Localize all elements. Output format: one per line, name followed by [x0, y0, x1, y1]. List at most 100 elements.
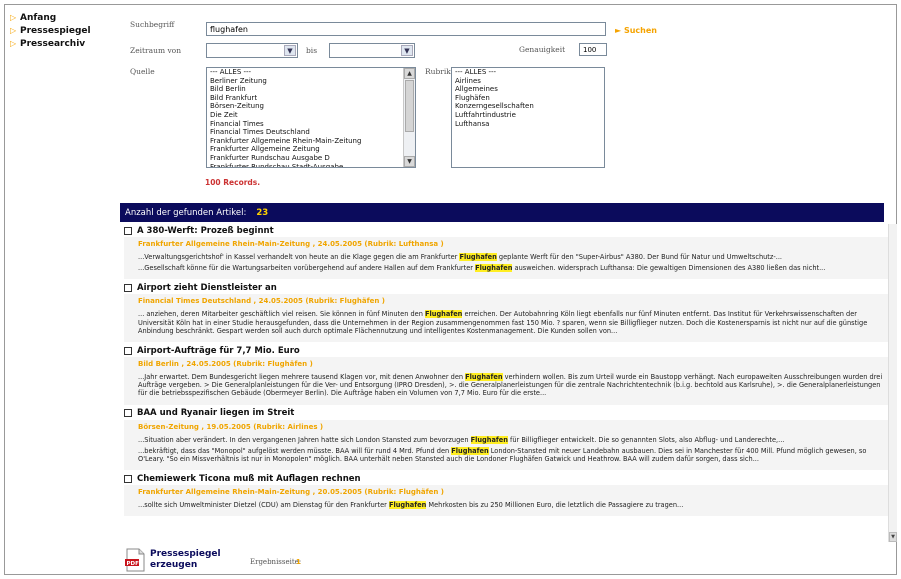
accuracy-label: Genauigkeit: [519, 45, 566, 54]
article-title-row: Chemiewerk Ticona muß mit Auflagen rechn…: [124, 472, 889, 485]
nav-item-pressespiegel[interactable]: ▷ Pressespiegel: [10, 24, 115, 37]
rubric-options: --- ALLES --- Airlines Allgemeines Flughäfe…: [452, 68, 604, 128]
source-option[interactable]: --- ALLES ---: [207, 68, 415, 77]
article-snippet: ...sollte sich Umweltminister Dietzel (C…: [138, 501, 885, 510]
svg-text:PDF: PDF: [127, 561, 140, 567]
article-item: Airport zieht Dienstleister an Financial …: [124, 281, 889, 343]
search-button-label: Suchen: [623, 26, 657, 35]
date-to-select[interactable]: ▼: [329, 43, 415, 58]
accuracy-input[interactable]: 100: [579, 43, 607, 56]
article-item: BAA und Ryanair liegen im Streit Börsen-Z…: [124, 407, 889, 471]
snippet-text: ...Jahr erwartet. Dem Bundesgericht lieg…: [138, 373, 466, 382]
snippet-text: ...bekräftigt, dass das "Monopol" aufgel…: [138, 446, 452, 455]
create-pressespiegel-line2: erzeugen: [150, 560, 198, 570]
result-pages-label: Ergebnisseite:: [250, 558, 302, 566]
article-title-row: BAA und Ryanair liegen im Streit: [124, 407, 889, 420]
snippet-text: ...Situation aber verändert. In den verg…: [138, 435, 471, 444]
article-title[interactable]: Airport-Aufträge für 7,7 Mio. Euro: [137, 346, 300, 356]
search-input[interactable]: flughafen: [206, 22, 606, 36]
article-snippet: ...Gesellschaft könne für die Wartungsar…: [138, 264, 885, 273]
source-option[interactable]: Börsen-Zeitung: [207, 102, 415, 111]
create-pressespiegel-button[interactable]: Pressespiegel erzeugen: [150, 549, 221, 571]
highlight-term: Flughafen: [475, 264, 513, 273]
article-checkbox[interactable]: [124, 226, 132, 235]
source-option[interactable]: Berliner Zeitung: [207, 77, 415, 86]
nav-arrow-icon: ▷: [10, 26, 17, 35]
highlight-term: Flughafen: [470, 435, 508, 444]
create-pressespiegel-line1: Pressespiegel: [150, 549, 221, 559]
snippet-text: ausweichen. widersprach Lufthansa: Die g…: [512, 264, 826, 273]
result-page-link[interactable]: 1: [296, 558, 301, 566]
snippet-text: ...Gesellschaft könne für die Wartungsar…: [138, 264, 476, 273]
nav-arrow-icon: ▷: [10, 13, 17, 22]
nav-item-label: Anfang: [20, 12, 57, 23]
article-checkbox[interactable]: [124, 283, 132, 292]
article-item: Chemiewerk Ticona muß mit Auflagen rechn…: [124, 472, 889, 517]
date-from-select[interactable]: ▼: [206, 43, 298, 58]
source-listbox[interactable]: --- ALLES --- Berliner Zeitung Bild Berlin…: [206, 67, 416, 168]
snippet-text: geplante Werft für den "Super-Airbus" A3…: [496, 253, 783, 261]
date-to-label: bis: [306, 46, 318, 55]
source-options: --- ALLES --- Berliner Zeitung Bild Berlin…: [207, 68, 415, 167]
pdf-icon[interactable]: PDF: [124, 548, 146, 572]
records-count: 100 Records.: [205, 178, 261, 187]
scroll-down-icon[interactable]: ▼: [404, 156, 415, 167]
search-button[interactable]: ► Suchen: [615, 26, 657, 35]
source-option[interactable]: Die Zeit: [207, 111, 415, 120]
article-snippet: ... anziehen, deren Mitarbeiter geschäft…: [138, 310, 885, 335]
search-term-label: Suchbegriff: [130, 20, 175, 29]
highlight-term: Flughafen: [451, 446, 489, 455]
article-title[interactable]: Airport zieht Dienstleister an: [137, 283, 277, 293]
results-scrollbar[interactable]: ▼: [888, 224, 897, 542]
article-checkbox[interactable]: [124, 346, 132, 355]
side-nav: ▷ Anfang ▷ Pressespiegel ▷ Pressearchiv: [10, 11, 115, 50]
results-count-label: Anzahl der gefunden Artikel:: [125, 207, 247, 218]
article-title[interactable]: A 380-Werft: Prozeß beginnt: [137, 226, 274, 236]
nav-item-anfang[interactable]: ▷ Anfang: [10, 11, 115, 24]
article-title[interactable]: BAA und Ryanair liegen im Streit: [137, 408, 294, 418]
source-option[interactable]: Bild Frankfurt: [207, 94, 415, 103]
scroll-up-icon[interactable]: ▲: [404, 68, 415, 79]
nav-arrow-icon: ▷: [10, 39, 17, 48]
article-meta: Börsen-Zeitung , 19.05.2005 (Rubrik: Air…: [138, 422, 324, 431]
rubric-option[interactable]: Allgemeines: [452, 85, 604, 94]
article-meta: Frankfurter Allgemeine Rhein-Main-Zeitun…: [138, 488, 445, 497]
article-body: Financial Times Deutschland , 24.05.2005…: [124, 294, 889, 343]
article-body: Frankfurter Allgemeine Rhein-Main-Zeitun…: [124, 237, 889, 280]
source-option[interactable]: Frankfurter Allgemeine Rhein-Main-Zeitun…: [207, 137, 415, 146]
rubric-option[interactable]: Konzerngesellschaften: [452, 102, 604, 111]
results-count: 23: [256, 207, 269, 218]
chevron-down-icon: ▼: [401, 45, 413, 56]
chevron-down-icon: ▼: [284, 45, 296, 56]
article-title-row: A 380-Werft: Prozeß beginnt: [124, 224, 889, 237]
rubric-listbox[interactable]: --- ALLES --- Airlines Allgemeines Flughäfe…: [451, 67, 605, 168]
article-meta: Financial Times Deutschland , 24.05.2005…: [138, 297, 385, 306]
source-option[interactable]: Bild Berlin: [207, 85, 415, 94]
rubric-option[interactable]: Flughäfen: [452, 94, 604, 103]
results-header: Anzahl der gefunden Artikel: 23: [120, 203, 884, 222]
source-option[interactable]: Financial Times Deutschland: [207, 128, 415, 137]
source-option[interactable]: Financial Times: [207, 120, 415, 129]
rubric-label: Rubrik: [425, 67, 451, 76]
article-title-row: Airport zieht Dienstleister an: [124, 281, 889, 294]
rubric-option[interactable]: Airlines: [452, 77, 604, 86]
rubric-option[interactable]: Lufthansa: [452, 120, 604, 129]
source-option[interactable]: Frankfurter Allgemeine Zeitung: [207, 145, 415, 154]
date-from-label: Zeitraum von: [130, 46, 182, 55]
highlight-term: Flughafen: [388, 501, 427, 510]
rubric-option[interactable]: --- ALLES ---: [452, 68, 604, 77]
scroll-thumb[interactable]: [405, 80, 414, 132]
rubric-option[interactable]: Luftfahrtindustrie: [452, 111, 604, 120]
article-item: A 380-Werft: Prozeß beginnt Frankfurter A…: [124, 224, 889, 280]
article-checkbox[interactable]: [124, 409, 132, 418]
article-title[interactable]: Chemiewerk Ticona muß mit Auflagen rechn…: [137, 474, 361, 484]
nav-item-pressearchiv[interactable]: ▷ Pressearchiv: [10, 37, 115, 50]
article-snippet: ...Verwaltungsgerichtshof' in Kassel ver…: [138, 253, 885, 261]
snippet-text: ... anziehen, deren Mitarbeiter geschäft…: [138, 310, 425, 319]
source-option[interactable]: Frankfurter Rundschau Stadt-Ausgabe: [207, 163, 415, 167]
article-body: Frankfurter Allgemeine Rhein-Main-Zeitun…: [124, 485, 889, 517]
source-option[interactable]: Frankfurter Rundschau Ausgabe D: [207, 154, 415, 163]
scroll-down-icon[interactable]: ▼: [889, 532, 897, 542]
article-checkbox[interactable]: [124, 474, 132, 483]
source-scrollbar[interactable]: ▲ ▼: [403, 68, 415, 167]
